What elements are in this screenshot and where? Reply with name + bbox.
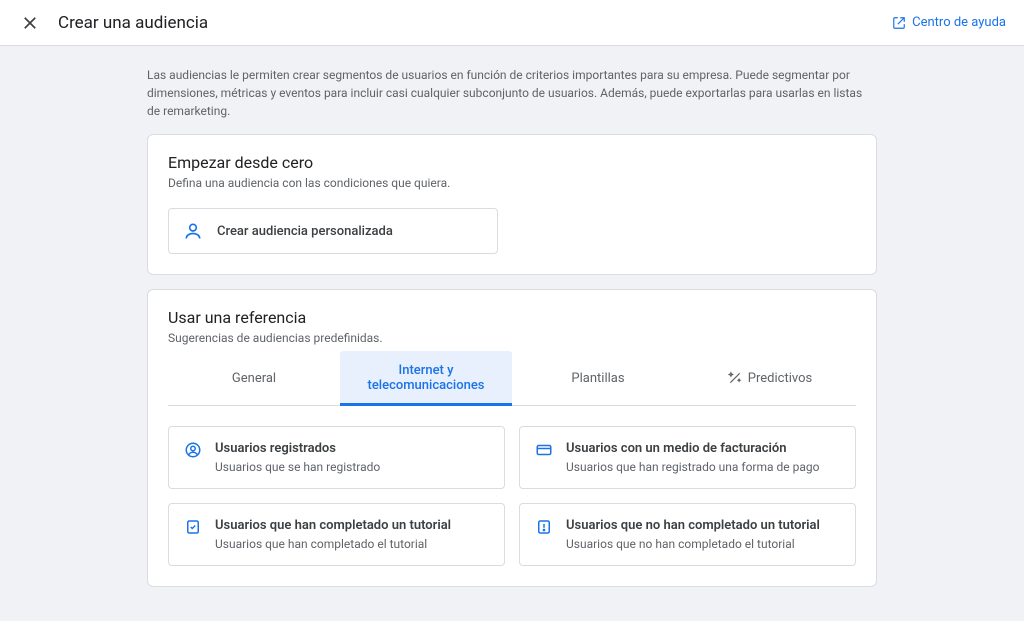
assignment-check-icon bbox=[183, 518, 203, 551]
panel-reference: Usar una referencia Sugerencias de audie… bbox=[147, 289, 877, 587]
panel-from-scratch-body: Crear audiencia personalizada bbox=[148, 196, 876, 274]
user-badge-icon bbox=[183, 441, 203, 474]
card-grid: Usuarios registrados Usuarios que se han… bbox=[148, 406, 876, 586]
card-not-completed-tutorial[interactable]: Usuarios que no han completado un tutori… bbox=[519, 503, 856, 566]
card-completed-tutorial[interactable]: Usuarios que han completado un tutorial … bbox=[168, 503, 505, 566]
tab-general-label: General bbox=[232, 371, 276, 386]
header: Crear una audiencia Centro de ayuda bbox=[0, 0, 1024, 46]
card-billing-users[interactable]: Usuarios con un medio de facturación Usu… bbox=[519, 426, 856, 489]
page-title: Crear una audiencia bbox=[58, 13, 892, 33]
external-link-icon bbox=[892, 16, 906, 30]
tab-templates-label: Plantillas bbox=[571, 371, 624, 386]
person-outline-icon bbox=[183, 221, 203, 241]
help-center-link[interactable]: Centro de ayuda bbox=[892, 15, 1006, 30]
card-not-completed-tutorial-title: Usuarios que no han completado un tutori… bbox=[566, 518, 820, 533]
panel-reference-title: Usar una referencia bbox=[168, 308, 856, 327]
assignment-alert-icon bbox=[534, 518, 554, 551]
card-billing-users-title: Usuarios con un medio de facturación bbox=[566, 441, 819, 456]
tab-general[interactable]: General bbox=[168, 351, 340, 405]
tab-internet-telecom-label: Internet y telecomunicaciones bbox=[348, 363, 504, 393]
tab-templates[interactable]: Plantillas bbox=[512, 351, 684, 405]
create-custom-audience-label: Crear audiencia personalizada bbox=[217, 224, 393, 239]
sparkle-wand-icon bbox=[728, 371, 742, 385]
card-registered-users-sub: Usuarios que se han registrado bbox=[215, 460, 380, 474]
panel-from-scratch-subtitle: Defina una audiencia con las condiciones… bbox=[168, 176, 856, 190]
card-completed-tutorial-sub: Usuarios que han completado el tutorial bbox=[215, 537, 451, 551]
tabs: General Internet y telecomunicaciones Pl… bbox=[168, 351, 856, 406]
tab-internet-telecom[interactable]: Internet y telecomunicaciones bbox=[340, 351, 512, 405]
card-not-completed-tutorial-sub: Usuarios que no han completado el tutori… bbox=[566, 537, 820, 551]
create-custom-audience-card[interactable]: Crear audiencia personalizada bbox=[168, 208, 498, 254]
panel-reference-head: Usar una referencia Sugerencias de audie… bbox=[148, 290, 876, 351]
panel-from-scratch-head: Empezar desde cero Defina una audiencia … bbox=[148, 135, 876, 196]
card-completed-tutorial-title: Usuarios que han completado un tutorial bbox=[215, 518, 451, 533]
close-icon bbox=[21, 14, 39, 32]
panel-from-scratch: Empezar desde cero Defina una audiencia … bbox=[147, 134, 877, 275]
panel-from-scratch-title: Empezar desde cero bbox=[168, 153, 856, 172]
card-billing-users-sub: Usuarios que han registrado una forma de… bbox=[566, 460, 819, 474]
content: Las audiencias le permiten crear segment… bbox=[147, 46, 877, 621]
close-button[interactable] bbox=[18, 11, 42, 35]
tab-predictive[interactable]: Predictivos bbox=[684, 351, 856, 405]
help-center-label: Centro de ayuda bbox=[912, 15, 1006, 30]
panel-reference-subtitle: Sugerencias de audiencias predefinidas. bbox=[168, 331, 856, 345]
card-registered-users[interactable]: Usuarios registrados Usuarios que se han… bbox=[168, 426, 505, 489]
credit-card-icon bbox=[534, 441, 554, 474]
intro-text: Las audiencias le permiten crear segment… bbox=[147, 66, 877, 120]
card-registered-users-title: Usuarios registrados bbox=[215, 441, 380, 456]
tab-predictive-label: Predictivos bbox=[748, 371, 812, 386]
